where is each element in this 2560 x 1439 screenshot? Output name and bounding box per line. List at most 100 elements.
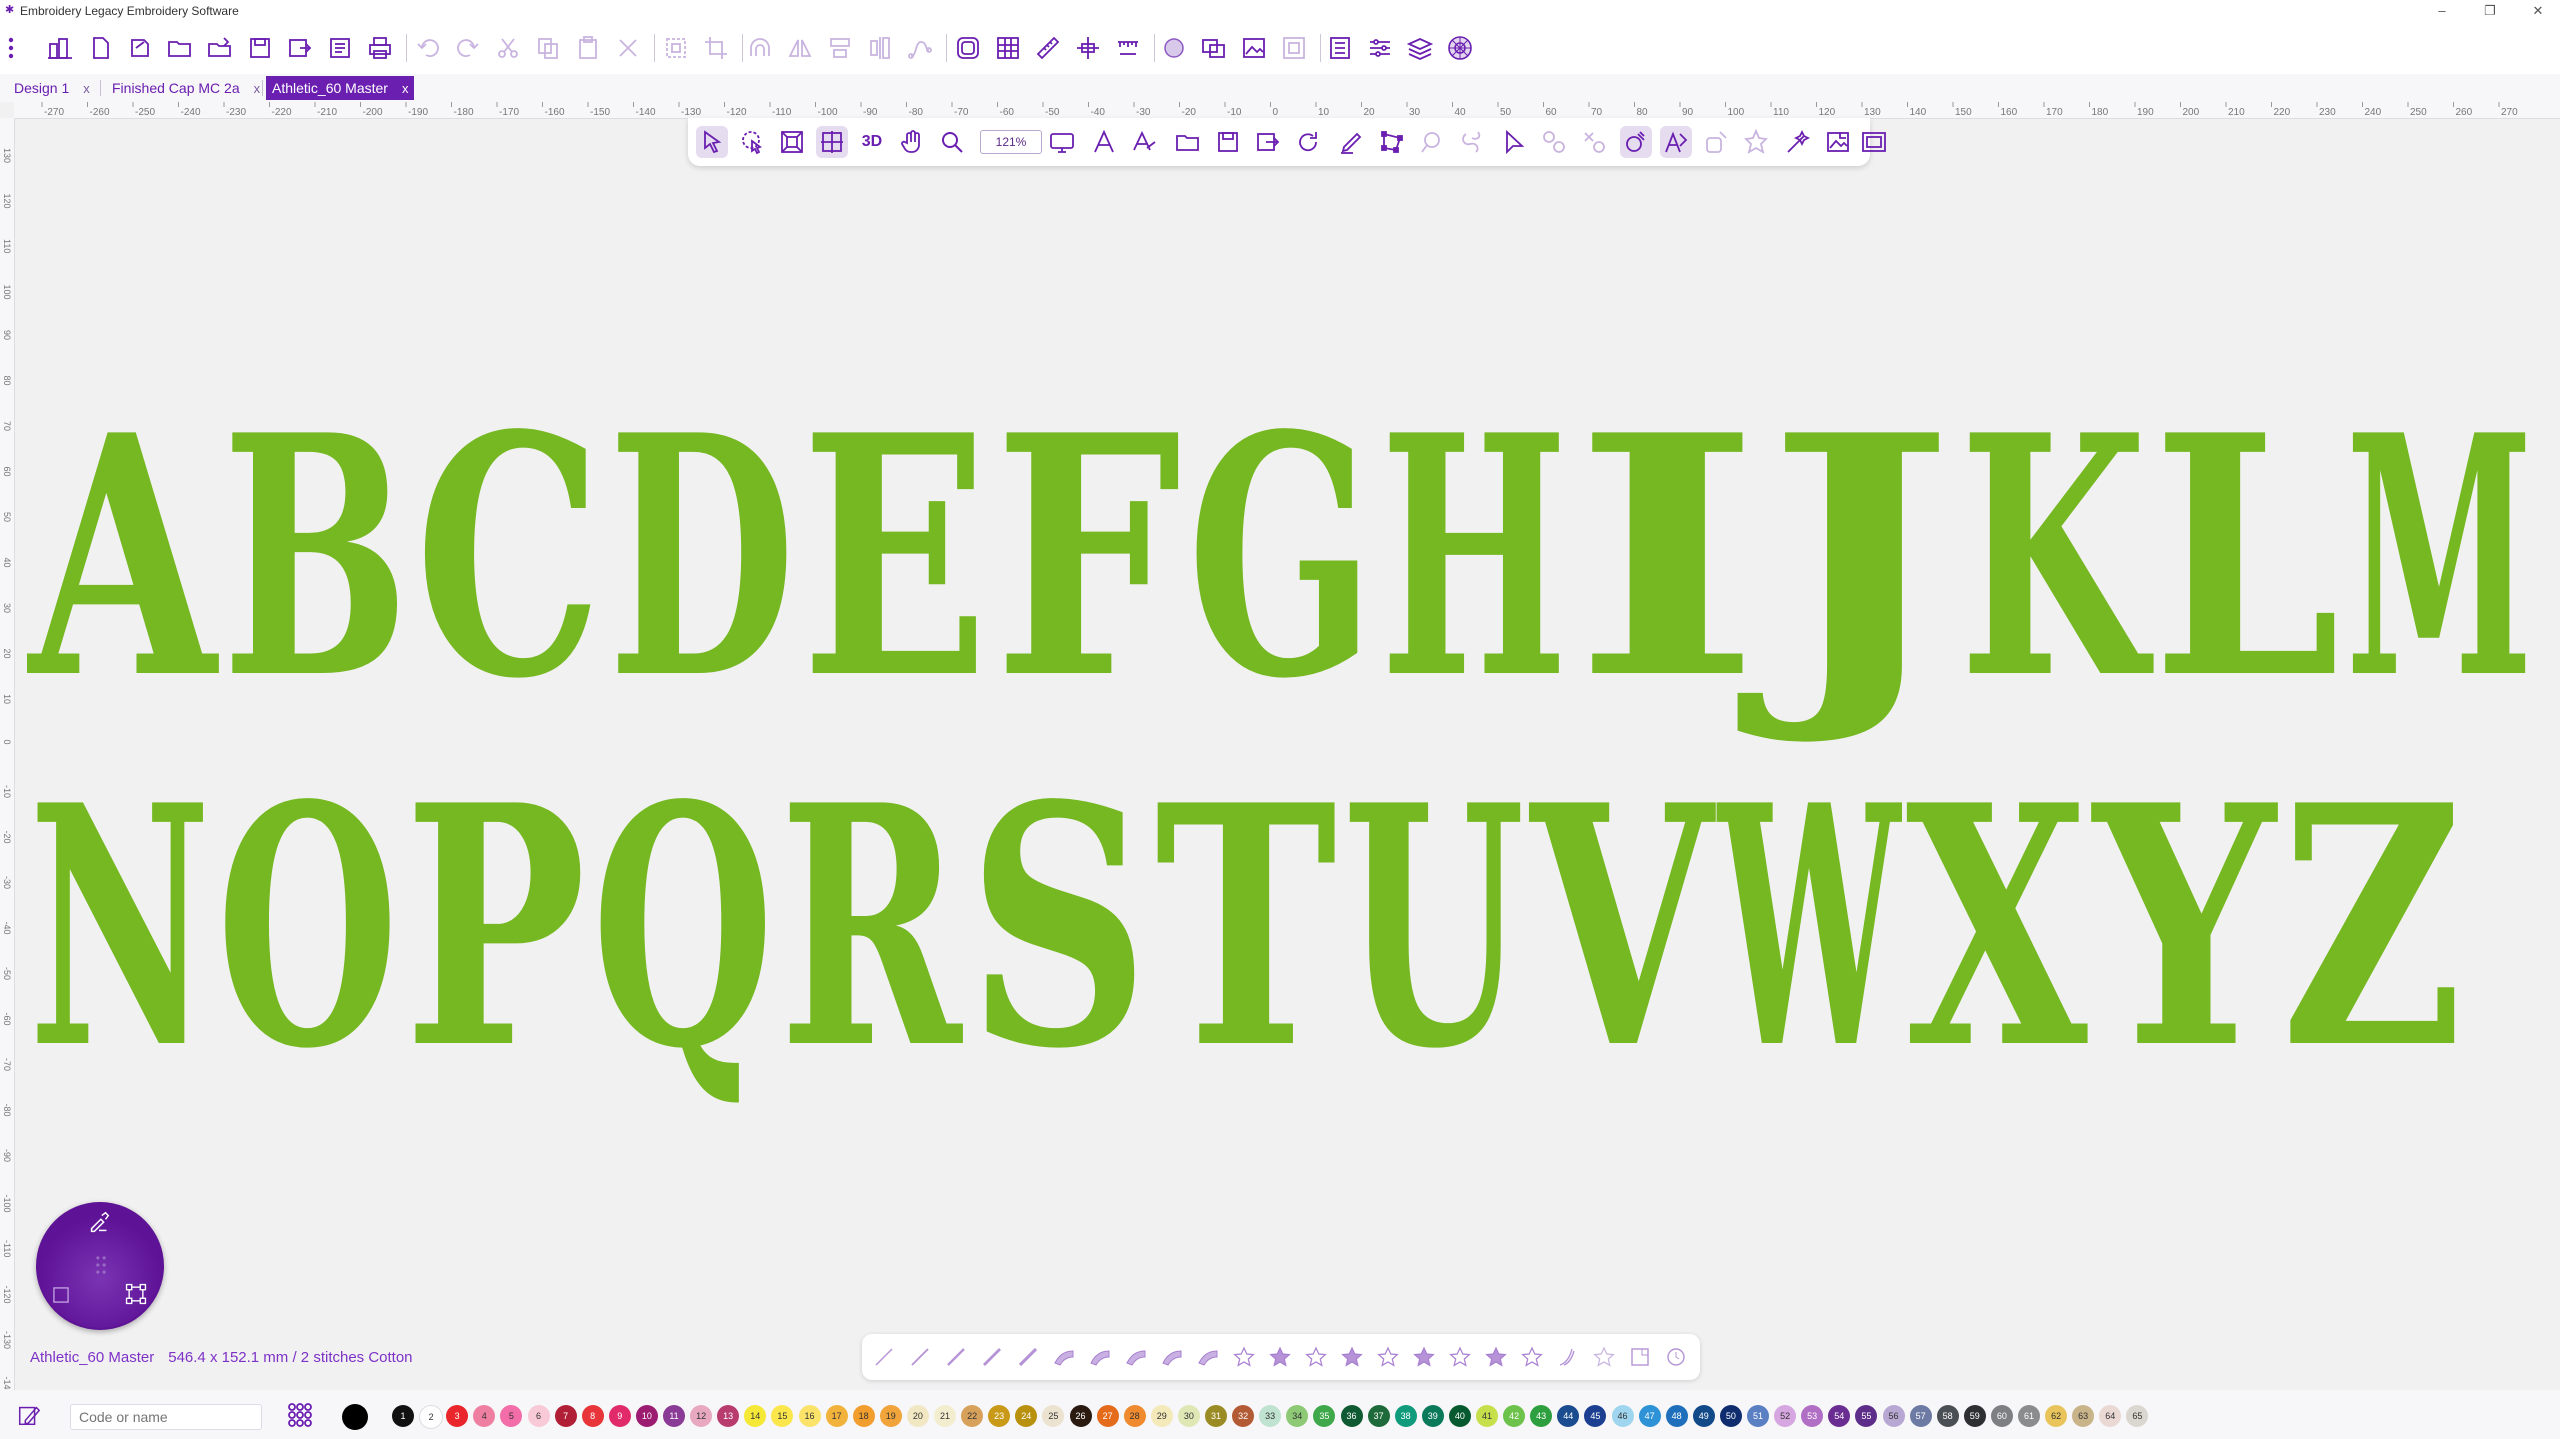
thread-swatch[interactable]: 18 [852,1405,875,1427]
star-outline-icon[interactable] [1302,1343,1330,1371]
center-icon[interactable] [1072,32,1104,64]
letter-e[interactable]: E [801,363,988,751]
delete-icon[interactable] [612,32,644,64]
letter-k[interactable]: K [1960,363,2155,751]
arch-icon[interactable] [744,32,776,64]
transform-nodes-icon[interactable] [124,1282,148,1306]
letter-c[interactable]: C [415,363,602,751]
measure-icon[interactable] [1032,32,1064,64]
lasso-select-icon[interactable] [736,126,768,158]
stitch-player-icon[interactable] [1444,32,1476,64]
print-preview-icon[interactable] [324,32,356,64]
motif-stitch-icon[interactable] [1230,1343,1258,1371]
star-complex-icon[interactable] [1410,1343,1438,1371]
remove-nodes-icon[interactable] [1578,126,1610,158]
thread-swatch[interactable]: 48 [1665,1405,1688,1427]
star-fill-icon[interactable] [1266,1343,1294,1371]
redo-icon[interactable] [452,32,484,64]
thread-swatch[interactable]: 58 [1936,1405,1959,1427]
letter-l[interactable]: L [2153,363,2340,751]
thread-swatch[interactable]: 40 [1448,1405,1471,1427]
thread-swatch[interactable]: 38 [1394,1405,1417,1427]
select-all-icon[interactable] [660,32,692,64]
magic-wand-icon[interactable] [1700,126,1732,158]
undo-icon[interactable] [412,32,444,64]
restore-button[interactable]: ❐ [2476,2,2504,20]
path-tool-icon[interactable] [904,32,936,64]
thread-swatch[interactable]: 11 [663,1405,685,1427]
box-select-icon[interactable] [776,126,808,158]
fill-wave-icon[interactable] [1194,1343,1222,1371]
thread-swatch[interactable]: 51 [1747,1405,1769,1427]
quick-tools-wheel[interactable] [36,1202,164,1330]
star-satin-icon[interactable] [1374,1343,1402,1371]
thread-swatch[interactable]: 49 [1692,1405,1715,1427]
thread-swatch[interactable]: 31 [1205,1405,1227,1427]
open-recent-icon[interactable] [204,32,236,64]
cut-icon[interactable] [492,32,524,64]
star-light-icon[interactable] [1590,1343,1618,1371]
close-button[interactable]: ✕ [2524,2,2552,20]
letter-j[interactable]: J [1736,363,1954,751]
zoom-icon[interactable] [936,126,968,158]
star-applique-icon[interactable] [1482,1343,1510,1371]
tab-close-icon[interactable]: x [254,81,261,96]
letter-s[interactable]: S [967,733,1149,1121]
save-icon[interactable] [244,32,276,64]
square-frame-icon[interactable] [1626,1343,1654,1371]
hoop-view-icon[interactable] [1278,32,1310,64]
fill-curve-icon[interactable] [1122,1343,1150,1371]
thread-swatch[interactable]: 62 [2045,1405,2068,1427]
color-circle-icon[interactable] [1158,32,1190,64]
refresh-icon[interactable] [1292,126,1324,158]
thread-swatch[interactable]: 7 [554,1405,577,1427]
thread-swatch[interactable]: 41 [1476,1405,1498,1427]
palette-grid-icon[interactable] [286,1401,314,1429]
background-image-icon[interactable] [1238,32,1270,64]
objects-list-icon[interactable] [1324,32,1356,64]
print-icon[interactable] [364,32,396,64]
letter-r[interactable]: R [780,733,965,1121]
satin-curve-icon[interactable] [1086,1343,1114,1371]
thread-swatch[interactable]: 16 [798,1405,821,1427]
letter-z[interactable]: Z [2281,733,2463,1121]
align-icon[interactable] [824,32,856,64]
reshape-icon[interactable] [816,126,848,158]
mirror-icon[interactable] [784,32,816,64]
image-trace-icon[interactable] [1822,126,1854,158]
hoop-icon[interactable] [952,32,984,64]
select-arrow-icon[interactable] [696,126,728,158]
crop-icon[interactable] [700,32,732,64]
stack-layers-icon[interactable] [1404,32,1436,64]
letter-o[interactable]: O [216,733,398,1121]
letter-d[interactable]: D [608,363,795,751]
thread-swatch[interactable]: 10 [635,1405,658,1427]
letter-f[interactable]: F [994,363,1181,751]
grid-icon[interactable] [992,32,1024,64]
stitch-converter-icon[interactable] [1620,126,1652,158]
knife-icon[interactable] [1416,126,1448,158]
triple-stitch-icon[interactable] [906,1343,934,1371]
star-small-icon[interactable] [1446,1343,1474,1371]
auto-digitize-icon[interactable] [1740,126,1772,158]
minimize-button[interactable]: – [2428,2,2456,20]
letter-q[interactable]: Q [592,733,774,1121]
satin-line-icon[interactable] [978,1343,1006,1371]
point-select-icon[interactable] [1498,126,1530,158]
thread-swatch[interactable]: 27 [1096,1405,1119,1427]
tab-design-1[interactable]: Design 1 x [8,76,96,100]
thread-swatch[interactable]: 32 [1232,1405,1255,1427]
photo-stitch-icon[interactable] [1860,126,1888,158]
current-color-swatch[interactable] [342,1404,368,1430]
monogram-icon[interactable] [1128,126,1160,158]
thread-swatch[interactable]: 26 [1069,1405,1092,1427]
thread-swatch[interactable]: 6 [527,1405,550,1427]
tab-finished-cap[interactable]: Finished Cap MC 2a x [106,76,266,100]
thread-swatch[interactable]: 61 [2018,1405,2040,1427]
thread-swatch[interactable]: 28 [1123,1405,1146,1427]
thread-swatch[interactable]: 50 [1719,1405,1742,1427]
thread-swatch[interactable]: 20 [906,1405,929,1427]
new-design-icon[interactable] [124,32,156,64]
letter-g[interactable]: G [1187,363,1374,751]
thread-search[interactable] [70,1404,262,1430]
